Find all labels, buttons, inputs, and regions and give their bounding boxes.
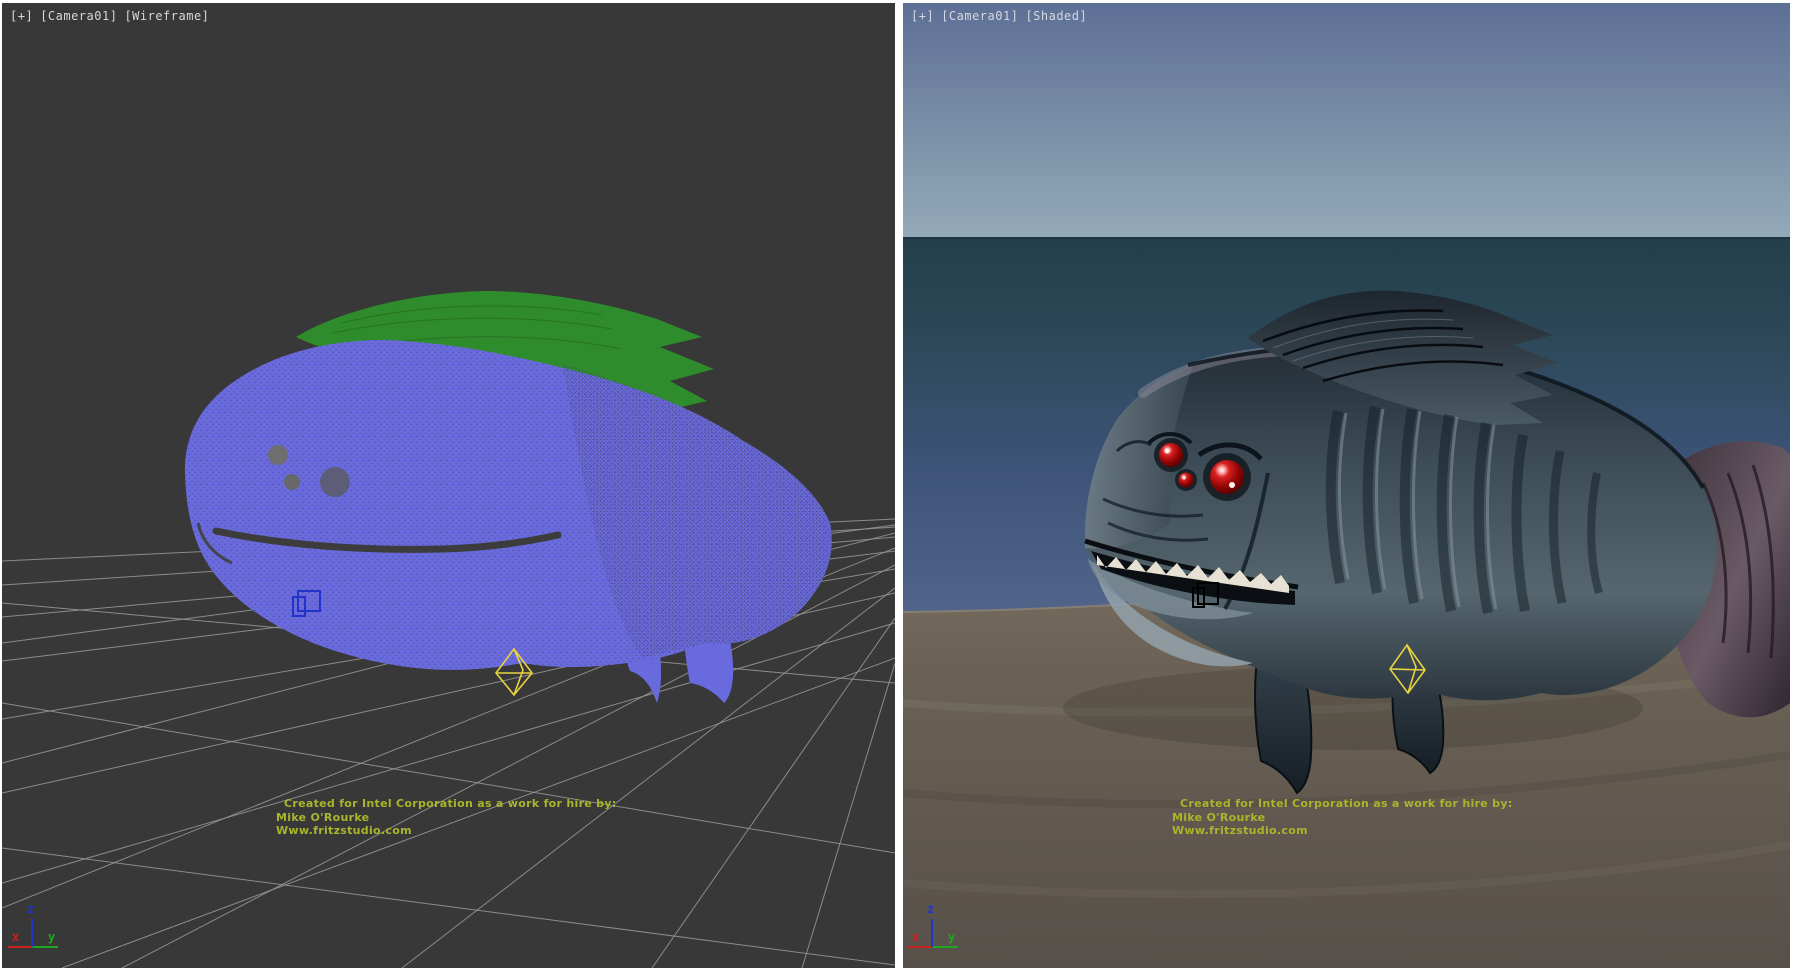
axis-y-label: y <box>48 930 55 944</box>
shading-viewport-menu[interactable]: [Shaded] <box>1025 9 1087 23</box>
axis-y-label: y <box>948 930 955 944</box>
axis-x-label: x <box>12 930 19 944</box>
pov-viewport-menu[interactable]: [Camera01] <box>40 9 117 23</box>
eye-specular <box>1165 449 1169 453</box>
viewport-shaded[interactable]: [+] [Camera01] [Shaded] <box>903 3 1790 968</box>
shading-viewport-menu[interactable]: [Wireframe] <box>124 9 209 23</box>
fish-eye-wire-1 <box>268 445 288 465</box>
fish-eye-wire-3 <box>320 467 350 497</box>
pov-viewport-menu[interactable]: [Camera01] <box>941 9 1018 23</box>
fish-eye-wire-2 <box>284 474 300 490</box>
world-axis-tripod: x y z <box>8 902 58 947</box>
axis-x-label: x <box>912 930 919 944</box>
eye-specular <box>1183 477 1186 480</box>
viewport-label-right: [+] [Camera01] [Shaded] <box>911 9 1087 23</box>
horizon-line <box>903 237 1790 240</box>
max-viewport-area: [+] [Camera01] [Wireframe] <box>0 0 1800 978</box>
general-viewport-menu[interactable]: [+] <box>10 9 33 23</box>
axis-z-label: z <box>27 902 34 916</box>
viewport-wireframe[interactable]: [+] [Camera01] [Wireframe] <box>2 3 895 968</box>
scene-watermark-text: Created for Intel Corporation as a work … <box>1172 797 1513 838</box>
scene-watermark-text: Created for Intel Corporation as a work … <box>276 797 617 838</box>
general-viewport-menu[interactable]: [+] <box>911 9 934 23</box>
fish-eye-red-small <box>1179 473 1194 488</box>
fish-eye-red-medium <box>1159 443 1183 467</box>
viewport-label-left: [+] [Camera01] [Wireframe] <box>10 9 209 23</box>
eye-specular <box>1229 482 1235 488</box>
fish-eye-red-large <box>1210 460 1244 494</box>
sky <box>903 3 1790 239</box>
axis-z-label: z <box>927 902 934 916</box>
